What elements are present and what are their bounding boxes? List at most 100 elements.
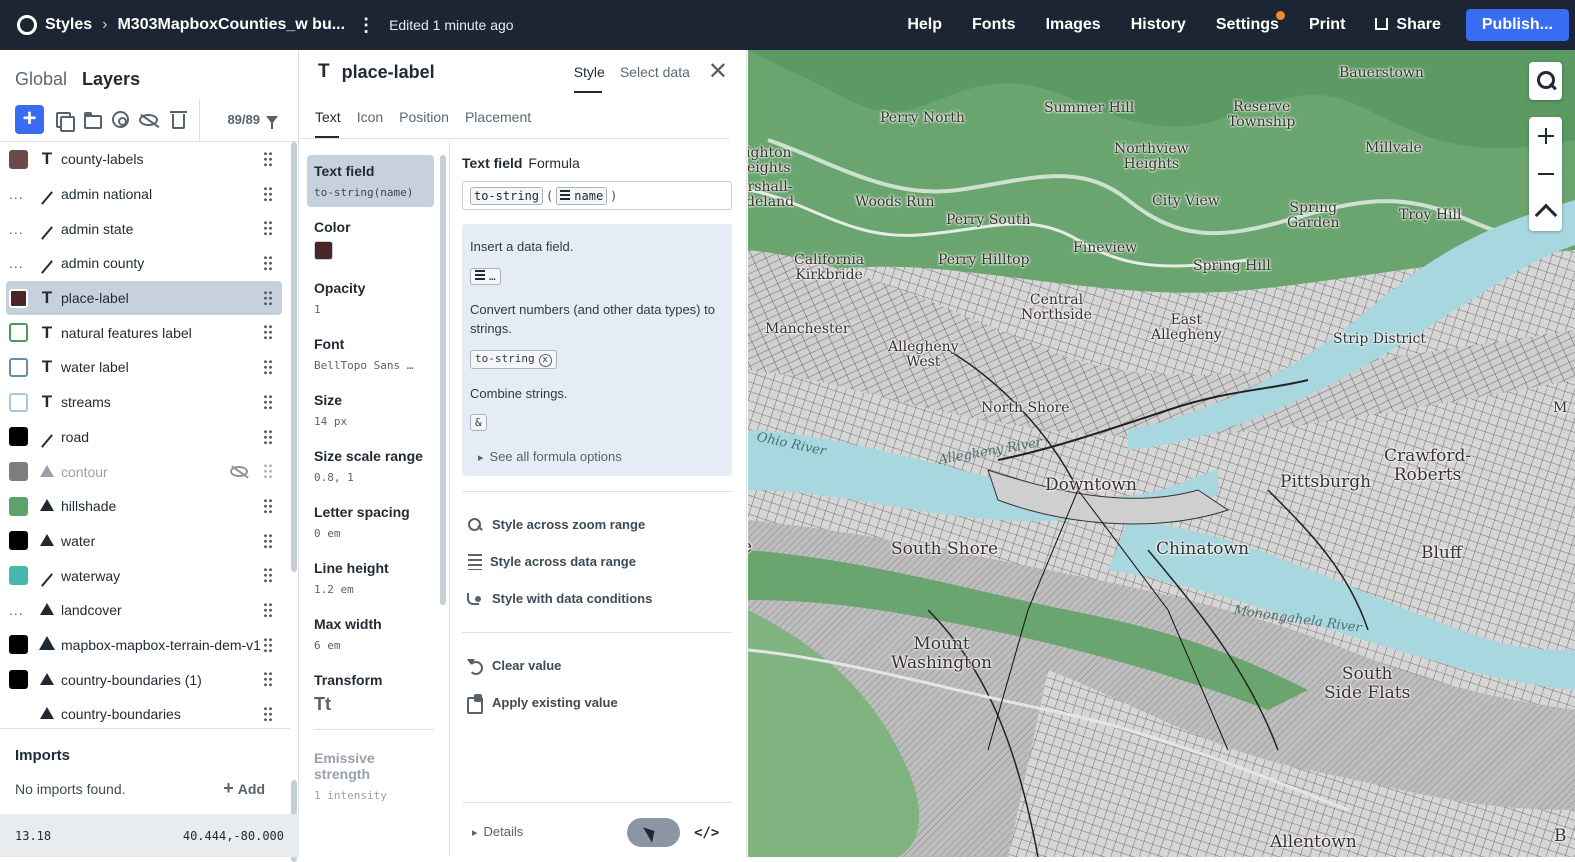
nav-help[interactable]: Help bbox=[907, 16, 942, 34]
map-place-label[interactable]: Central Northside bbox=[1021, 292, 1092, 324]
hidden-eye-icon[interactable] bbox=[230, 466, 248, 478]
map-place-label[interactable]: Troy Hill bbox=[1399, 207, 1461, 223]
drag-handle-icon[interactable] bbox=[263, 324, 273, 341]
layer-row[interactable]: Twater label bbox=[0, 350, 288, 385]
subtab-position[interactable]: Position bbox=[399, 109, 449, 125]
prop-color[interactable]: Color bbox=[307, 211, 434, 268]
map-canvas[interactable]: Bauerstown Perry North Summer Hill Reserve … bbox=[748, 50, 1575, 857]
map-place-label[interactable]: Woods Run bbox=[855, 194, 934, 210]
breadcrumb-styles[interactable]: Styles bbox=[45, 16, 92, 34]
drag-handle-icon[interactable] bbox=[263, 601, 273, 618]
property-list-scrollbar[interactable] bbox=[440, 155, 446, 605]
mapbox-logo-icon[interactable] bbox=[17, 15, 37, 35]
map-place-label[interactable]: ighton eights bbox=[748, 145, 792, 177]
prop-font[interactable]: Font BellTopo Sans … bbox=[307, 328, 434, 380]
map-place-label[interactable]: East Allegheny bbox=[1151, 312, 1222, 344]
map-place-label[interactable]: Spring Garden bbox=[1287, 200, 1340, 232]
drag-handle-icon[interactable] bbox=[263, 359, 273, 376]
layer-row[interactable]: ... landcover bbox=[0, 593, 288, 628]
map-place-label[interactable]: M bbox=[1553, 400, 1567, 416]
drag-handle-icon[interactable] bbox=[263, 393, 273, 410]
add-import-button[interactable]: + Add bbox=[223, 778, 265, 799]
drag-handle-icon[interactable] bbox=[263, 567, 273, 584]
layer-row[interactable]: hillshade bbox=[0, 489, 288, 524]
compass-icon[interactable] bbox=[1529, 193, 1562, 231]
insert-data-field-button[interactable]: … bbox=[470, 267, 501, 285]
map-place-label[interactable]: rshall- deland bbox=[748, 179, 794, 211]
map-search-icon[interactable] bbox=[1529, 62, 1562, 100]
concat-chip[interactable]: & bbox=[470, 414, 487, 432]
close-icon[interactable]: ✕ bbox=[708, 60, 728, 84]
map-place-label[interactable]: Bluff bbox=[1421, 544, 1462, 563]
drag-handle-icon[interactable] bbox=[263, 428, 273, 445]
map-place-label[interactable]: South Side Flats bbox=[1324, 665, 1410, 703]
map-place-label[interactable]: Bauerstown bbox=[1339, 65, 1424, 81]
apply-existing-value-button[interactable]: Apply existing value bbox=[462, 684, 732, 721]
tab-layers[interactable]: Layers bbox=[82, 69, 140, 90]
prop-transform[interactable]: Transform Tt bbox=[307, 664, 434, 723]
tab-style[interactable]: Style bbox=[573, 64, 605, 93]
duplicate-layer-icon[interactable] bbox=[54, 110, 75, 132]
map-place-label[interactable]: Crawford- Roberts bbox=[1384, 447, 1471, 485]
map-place-label[interactable]: Strip District bbox=[1333, 331, 1426, 347]
map-place-label[interactable]: Reserve Township bbox=[1228, 99, 1295, 131]
nav-settings[interactable]: Settings bbox=[1216, 11, 1285, 34]
style-across-zoom-button[interactable]: Style across zoom range bbox=[462, 506, 732, 543]
layer-row[interactable]: Tcounty-labels bbox=[0, 142, 288, 177]
prop-opacity[interactable]: Opacity 1 bbox=[307, 272, 434, 324]
drag-handle-icon[interactable] bbox=[263, 220, 273, 237]
drag-handle-icon[interactable] bbox=[263, 289, 273, 306]
layer-row[interactable]: Tstreams bbox=[0, 385, 288, 420]
tab-global[interactable]: Global bbox=[15, 69, 67, 90]
drag-handle-icon[interactable] bbox=[263, 185, 273, 202]
layer-row[interactable]: road bbox=[0, 420, 288, 455]
map-place-label[interactable]: South Shore bbox=[891, 540, 998, 559]
nav-fonts[interactable]: Fonts bbox=[972, 16, 1016, 34]
formula-field-chip[interactable]: name bbox=[556, 186, 608, 205]
add-layer-button[interactable]: + bbox=[15, 105, 44, 134]
layer-row[interactable]: contour bbox=[0, 454, 288, 489]
layer-row[interactable]: country-boundaries bbox=[0, 697, 288, 732]
nav-history[interactable]: History bbox=[1131, 16, 1186, 34]
layer-title[interactable]: place-label bbox=[342, 62, 435, 83]
drag-handle-icon[interactable] bbox=[263, 671, 273, 688]
map-place-label[interactable]: Mount Washington bbox=[891, 635, 992, 673]
cursor-inspect-toggle[interactable] bbox=[627, 818, 680, 847]
drag-handle-icon[interactable] bbox=[263, 497, 273, 514]
map-place-label[interactable]: Northview Heights bbox=[1114, 141, 1189, 173]
drag-handle-icon[interactable] bbox=[263, 636, 273, 653]
code-icon[interactable]: </> bbox=[694, 825, 719, 841]
prop-size-scale-range[interactable]: Size scale range 0.8, 1 bbox=[307, 440, 434, 492]
map-place-label[interactable]: Allentown bbox=[1270, 833, 1357, 852]
formula-fn-chip[interactable]: to-string bbox=[470, 186, 544, 205]
map-place-label[interactable]: e bbox=[748, 538, 752, 557]
layer-row[interactable]: ... admin county bbox=[0, 246, 288, 281]
drag-handle-icon[interactable] bbox=[263, 706, 273, 722]
group-layers-icon[interactable] bbox=[84, 111, 102, 129]
prop-max-width[interactable]: Max width 6 em bbox=[307, 608, 434, 660]
layer-row[interactable]: ... admin state bbox=[0, 211, 288, 246]
layer-row[interactable]: ... admin national bbox=[0, 177, 288, 212]
see-all-formula-options[interactable]: See all formula options bbox=[470, 449, 724, 464]
map-place-label[interactable]: Perry Hilltop bbox=[938, 252, 1029, 268]
hide-layer-icon[interactable] bbox=[139, 113, 158, 126]
prop-emissive-strength[interactable]: Emissive strength 1 intensity bbox=[307, 742, 434, 810]
map-place-label[interactable]: B bbox=[1554, 827, 1567, 846]
share-button[interactable]: Share bbox=[1375, 16, 1441, 34]
drag-handle-icon[interactable] bbox=[263, 463, 273, 480]
layer-row[interactable]: mapbox-mapbox-terrain-dem-v1 bbox=[0, 628, 288, 663]
editor-mode[interactable]: Formula bbox=[528, 155, 579, 171]
clear-value-button[interactable]: Clear value bbox=[462, 647, 732, 684]
style-across-data-button[interactable]: Style across data range bbox=[462, 543, 732, 580]
layer-row[interactable]: Tnatural features label bbox=[0, 315, 288, 350]
drag-handle-icon[interactable] bbox=[263, 255, 273, 272]
style-name[interactable]: M303MapboxCounties_w bu... bbox=[117, 16, 345, 34]
map-place-label[interactable]: Perry South bbox=[946, 212, 1031, 228]
subtab-icon[interactable]: Icon bbox=[357, 109, 383, 125]
layer-row[interactable]: waterway bbox=[0, 558, 288, 593]
tab-select-data[interactable]: Select data bbox=[620, 64, 690, 80]
delete-layer-icon[interactable] bbox=[170, 111, 187, 129]
zoom-out-icon[interactable] bbox=[1529, 155, 1562, 193]
map-place-label[interactable]: Millvale bbox=[1365, 140, 1422, 156]
prop-text-field[interactable]: Text field to-string(name) bbox=[307, 155, 434, 207]
